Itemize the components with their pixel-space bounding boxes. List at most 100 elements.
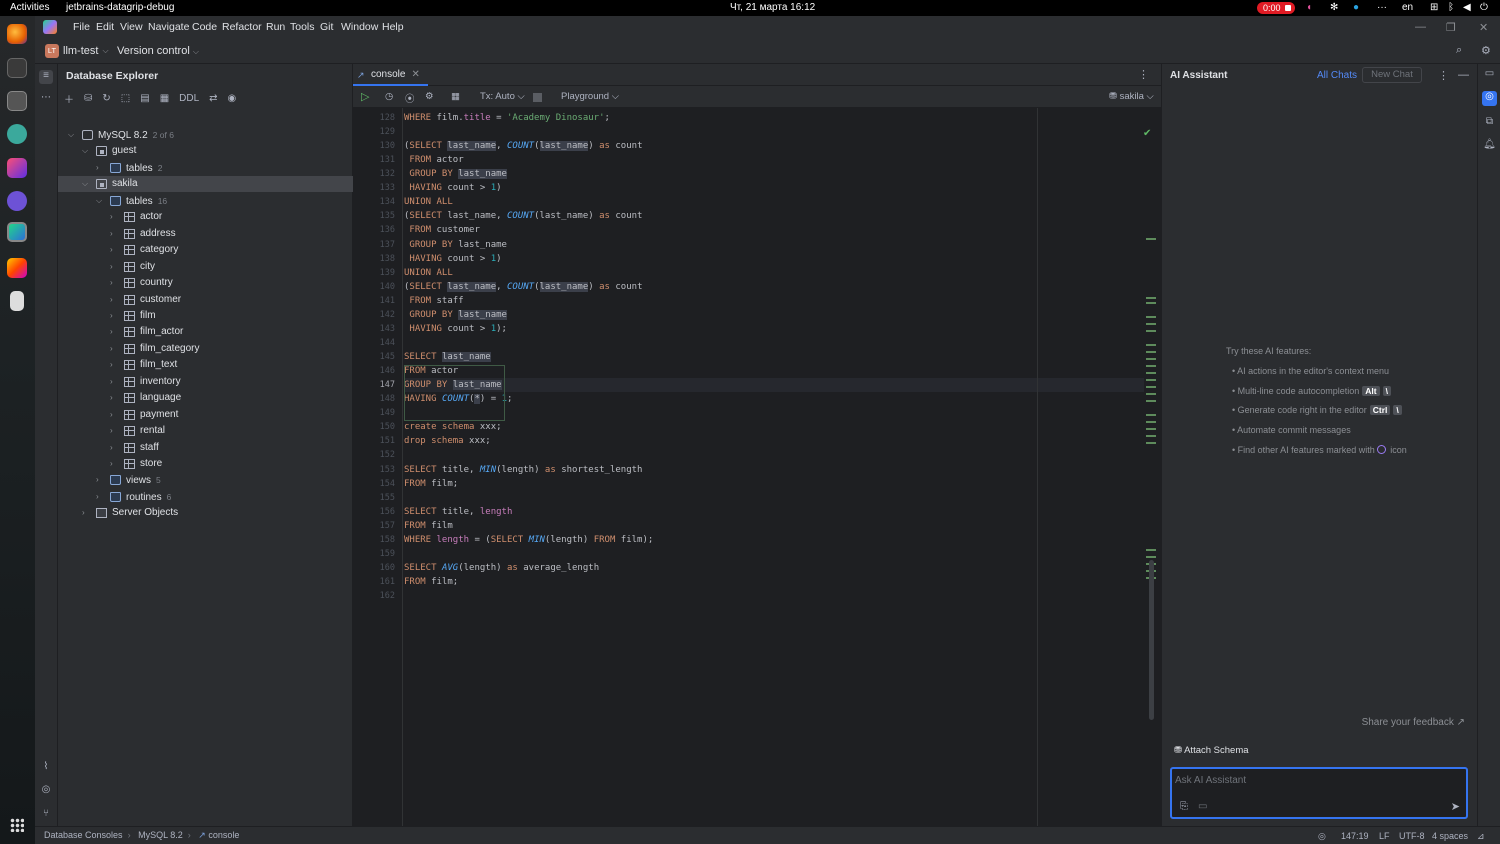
code-line[interactable] bbox=[404, 336, 1144, 350]
tree-node[interactable]: › staff bbox=[58, 440, 353, 456]
chevron-right-icon[interactable]: › bbox=[96, 472, 99, 488]
chart-icon[interactable]: ⌇ bbox=[39, 761, 53, 775]
code-line[interactable]: SELECT AVG(length) as average_length bbox=[404, 561, 1144, 575]
caret-position[interactable]: 147:19 bbox=[1341, 831, 1369, 841]
power-icon[interactable]: ⏻ bbox=[1480, 2, 1488, 13]
firefox-icon[interactable] bbox=[7, 24, 27, 44]
chevron-right-icon[interactable]: › bbox=[96, 489, 99, 505]
breadcrumb-mysql[interactable]: MySQL 8.2 bbox=[138, 830, 183, 840]
chevron-right-icon[interactable]: › bbox=[110, 390, 113, 406]
clock[interactable]: Чт, 21 марта 16:12 bbox=[730, 2, 815, 13]
intellij-icon[interactable] bbox=[7, 158, 27, 178]
code-line[interactable]: drop schema xxx; bbox=[404, 434, 1144, 448]
activities-button[interactable]: Activities bbox=[10, 2, 49, 13]
code-line[interactable]: FROM film; bbox=[404, 477, 1144, 491]
chevron-right-icon[interactable]: › bbox=[110, 357, 113, 373]
stop-icon[interactable] bbox=[533, 93, 542, 102]
bluetooth-icon[interactable]: ᛒ bbox=[1448, 2, 1454, 13]
playground-dropdown[interactable]: Playground ⌵ bbox=[561, 91, 619, 102]
menu-navigate[interactable]: Navigate bbox=[148, 21, 189, 33]
git-icon[interactable]: ⑂ bbox=[39, 808, 53, 822]
refresh-icon[interactable]: ↻ bbox=[102, 93, 110, 104]
code-line[interactable]: HAVING count > 1) bbox=[404, 252, 1144, 266]
chevron-right-icon[interactable]: › bbox=[110, 292, 113, 308]
lock-icon[interactable]: ⊿ bbox=[1477, 831, 1485, 842]
chevron-right-icon[interactable]: › bbox=[110, 374, 113, 390]
app-grid-icon[interactable] bbox=[10, 818, 24, 832]
files-icon[interactable] bbox=[7, 91, 27, 111]
chevron-down-icon[interactable]: ⌵ bbox=[96, 193, 102, 209]
chevron-right-icon[interactable]: › bbox=[110, 209, 113, 225]
version-control-selector[interactable]: Version control ⌵ bbox=[117, 45, 199, 57]
code-line[interactable]: GROUP BY last_name bbox=[404, 378, 1144, 393]
network-icon[interactable]: ⊞ bbox=[1430, 2, 1438, 13]
ai-status-icon[interactable]: ◎ bbox=[1318, 831, 1326, 842]
menu-run[interactable]: Run bbox=[266, 21, 285, 33]
tree-node[interactable]: ⌵ MySQL 8.2 2 of 6 bbox=[58, 127, 353, 143]
more-icon[interactable]: ⋯ bbox=[39, 92, 53, 106]
chevron-right-icon[interactable]: › bbox=[110, 226, 113, 242]
terminal-icon[interactable] bbox=[7, 58, 27, 78]
console-icon[interactable]: ▤ bbox=[140, 93, 149, 104]
new-chat-button[interactable]: New Chat bbox=[1362, 67, 1422, 83]
menu-view[interactable]: View bbox=[120, 21, 143, 33]
add-context-icon[interactable]: ⎘ bbox=[1180, 801, 1188, 812]
code-line[interactable]: create schema xxx; bbox=[404, 420, 1144, 434]
tree-node[interactable]: › inventory bbox=[58, 374, 353, 390]
recording-indicator[interactable]: 0:00 bbox=[1257, 2, 1295, 14]
code-line[interactable]: FROM film; bbox=[404, 575, 1144, 589]
menu-edit[interactable]: Edit bbox=[96, 21, 114, 33]
chevron-down-icon[interactable]: ⌵ bbox=[68, 127, 74, 143]
code-line[interactable]: WHERE film.title = 'Academy Dinosaur'; bbox=[404, 111, 1144, 125]
tree-node[interactable]: › rental bbox=[58, 423, 353, 439]
grid-icon[interactable]: ▦ bbox=[451, 91, 460, 102]
services-icon[interactable]: ◎ bbox=[39, 784, 53, 798]
notifications-icon[interactable]: 🔔︎ bbox=[1482, 139, 1497, 154]
settings-tray-icon[interactable]: ✻ bbox=[1330, 2, 1338, 13]
code-line[interactable]: WHERE length = (SELECT MIN(length) FROM … bbox=[404, 533, 1144, 547]
code-line[interactable]: HAVING count > 1); bbox=[404, 322, 1144, 336]
chevron-right-icon[interactable]: › bbox=[110, 456, 113, 472]
tree-node[interactable]: › country bbox=[58, 275, 353, 291]
code-line[interactable]: GROUP BY last_name bbox=[404, 167, 1144, 181]
menu-refactor[interactable]: Refactor bbox=[222, 21, 262, 33]
menu-code[interactable]: Code bbox=[192, 21, 217, 33]
code-line[interactable] bbox=[404, 491, 1144, 505]
code-line[interactable]: (SELECT last_name, COUNT(last_name) as c… bbox=[404, 209, 1144, 223]
chevron-right-icon[interactable]: › bbox=[110, 242, 113, 258]
ask-ai-input[interactable] bbox=[1175, 772, 1455, 788]
chevron-right-icon[interactable]: › bbox=[82, 505, 85, 521]
code-line[interactable]: SELECT title, MIN(length) as shortest_le… bbox=[404, 463, 1144, 477]
tree-node[interactable]: › actor bbox=[58, 209, 353, 225]
settings-icon[interactable]: ⚙ bbox=[425, 91, 434, 102]
project-selector[interactable]: LT llm-test ⌵ bbox=[45, 42, 109, 60]
chevron-right-icon[interactable]: › bbox=[110, 407, 113, 423]
tree-node[interactable]: › routines 6 bbox=[58, 489, 353, 505]
tree-node[interactable]: › language bbox=[58, 390, 353, 406]
jump-icon[interactable]: ⇄ bbox=[209, 93, 217, 104]
tree-node[interactable]: › film_category bbox=[58, 341, 353, 357]
tree-node[interactable]: › tables 2 bbox=[58, 160, 353, 176]
code-content[interactable]: WHERE film.title = 'Academy Dinosaur'; (S… bbox=[404, 108, 1161, 826]
tree-node[interactable]: › payment bbox=[58, 407, 353, 423]
tree-node[interactable]: › address bbox=[58, 226, 353, 242]
minimize-panel-icon[interactable]: — bbox=[1458, 69, 1469, 81]
code-line[interactable]: FROM actor bbox=[404, 153, 1144, 167]
code-line[interactable]: UNION ALL bbox=[404, 266, 1144, 280]
chevron-right-icon[interactable]: › bbox=[110, 275, 113, 291]
menu-file[interactable]: File bbox=[73, 21, 90, 33]
menu-window[interactable]: Window bbox=[341, 21, 378, 33]
indent-setting[interactable]: 4 spaces bbox=[1432, 831, 1468, 841]
code-line[interactable] bbox=[404, 448, 1144, 462]
tree-node[interactable]: ⌵ tables 16 bbox=[58, 193, 353, 209]
add-icon[interactable]: ＋ bbox=[64, 91, 74, 106]
more-vertical-icon[interactable]: ⋮ bbox=[1438, 69, 1449, 82]
code-line[interactable]: (SELECT last_name, COUNT(last_name) as c… bbox=[404, 139, 1144, 153]
stop-icon[interactable]: ⬚ bbox=[121, 93, 130, 104]
code-line[interactable]: SELECT title, length bbox=[404, 505, 1144, 519]
tree-node[interactable]: ⌵ guest bbox=[58, 143, 353, 159]
code-line[interactable]: GROUP BY last_name bbox=[404, 238, 1144, 252]
data-source-icon[interactable]: ⛁ bbox=[84, 93, 92, 104]
active-app-name[interactable]: jetbrains-datagrip-debug bbox=[66, 2, 174, 13]
explain-icon[interactable]: ⦿ bbox=[405, 91, 415, 105]
